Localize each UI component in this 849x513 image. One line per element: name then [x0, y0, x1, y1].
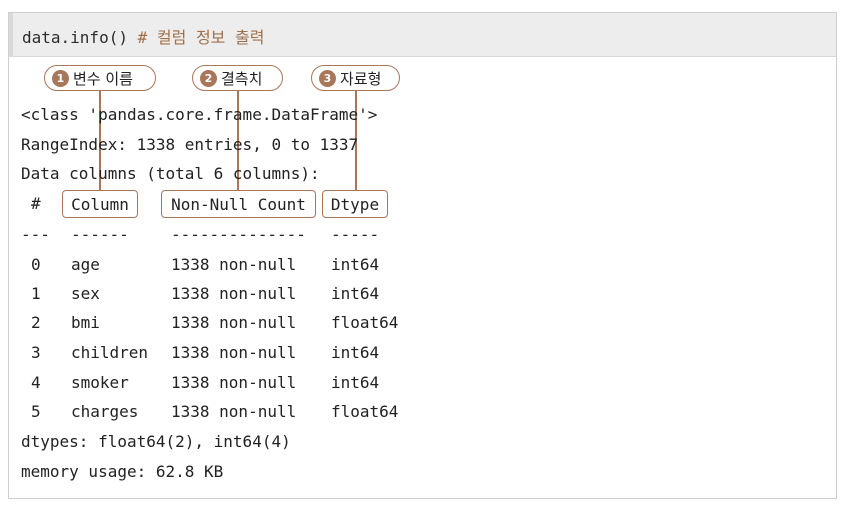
row-column: smoker	[71, 373, 129, 392]
output-memory-usage: memory usage: 62.8 KB	[21, 462, 224, 481]
row-index: 2	[31, 313, 41, 332]
row-count: 1338 non-null	[171, 373, 297, 392]
row-dtype: float64	[331, 313, 399, 332]
label-text: 결측치	[221, 69, 263, 88]
label-text: 자료형	[340, 69, 382, 88]
column-header-text: Column	[71, 194, 129, 214]
row-index: 4	[31, 373, 41, 392]
row-count: 1338 non-null	[171, 313, 297, 332]
row-column: sex	[71, 284, 100, 303]
nonnull-header-box: Non-Null Count	[161, 190, 316, 218]
row-column: charges	[71, 402, 139, 421]
output-class-line: <class 'pandas.core.frame.DataFrame'>	[21, 105, 378, 124]
row-count: 1338 non-null	[171, 255, 297, 274]
row-count: 1338 non-null	[171, 284, 297, 303]
row-index: 0	[31, 255, 41, 274]
number-badge-2: 2	[200, 69, 217, 87]
column-header-box: Column	[62, 190, 138, 218]
row-index: 1	[31, 284, 41, 303]
label-variable-name: 1 변수 이름	[44, 65, 156, 91]
output-dtypes: dtypes: float64(2), int64(4)	[21, 432, 291, 451]
row-index: 3	[31, 343, 41, 362]
separator-column: ------	[71, 225, 129, 244]
row-dtype: int64	[331, 343, 380, 362]
dtype-header-box: Dtype	[322, 190, 388, 218]
nonnull-header-text: Non-Null Count	[171, 194, 306, 214]
column-header-hash: #	[31, 194, 41, 213]
separator-hash: ---	[21, 225, 50, 244]
output-data-columns: Data columns (total 6 columns):	[21, 164, 320, 183]
code-input-line: data.info() # 컬럼 정보 출력	[22, 24, 264, 48]
row-count: 1338 non-null	[171, 402, 297, 421]
code-comment: # 컬럼 정보 출력	[137, 28, 265, 47]
dtype-header-text: Dtype	[330, 194, 380, 214]
label-missing-values: 2 결측치	[192, 65, 283, 91]
row-column: children	[71, 343, 149, 362]
label-text: 변수 이름	[73, 69, 133, 88]
number-badge-1: 1	[52, 69, 69, 87]
row-dtype: float64	[331, 402, 399, 421]
output-range-index: RangeIndex: 1338 entries, 0 to 1337	[21, 135, 359, 154]
row-column: bmi	[71, 313, 100, 332]
header-accent-bar	[9, 13, 13, 57]
row-column: age	[71, 255, 100, 274]
code-call: data.info()	[22, 28, 128, 47]
row-dtype: int64	[331, 255, 380, 274]
label-data-type: 3 자료형	[311, 65, 400, 91]
number-badge-3: 3	[319, 69, 336, 87]
row-count: 1338 non-null	[171, 343, 297, 362]
row-index: 5	[31, 402, 41, 421]
separator-nonnull: --------------	[171, 225, 306, 244]
row-dtype: int64	[331, 373, 380, 392]
row-dtype: int64	[331, 284, 380, 303]
code-input-header: data.info() # 컬럼 정보 출력	[9, 13, 836, 57]
separator-dtype: -----	[331, 225, 380, 244]
